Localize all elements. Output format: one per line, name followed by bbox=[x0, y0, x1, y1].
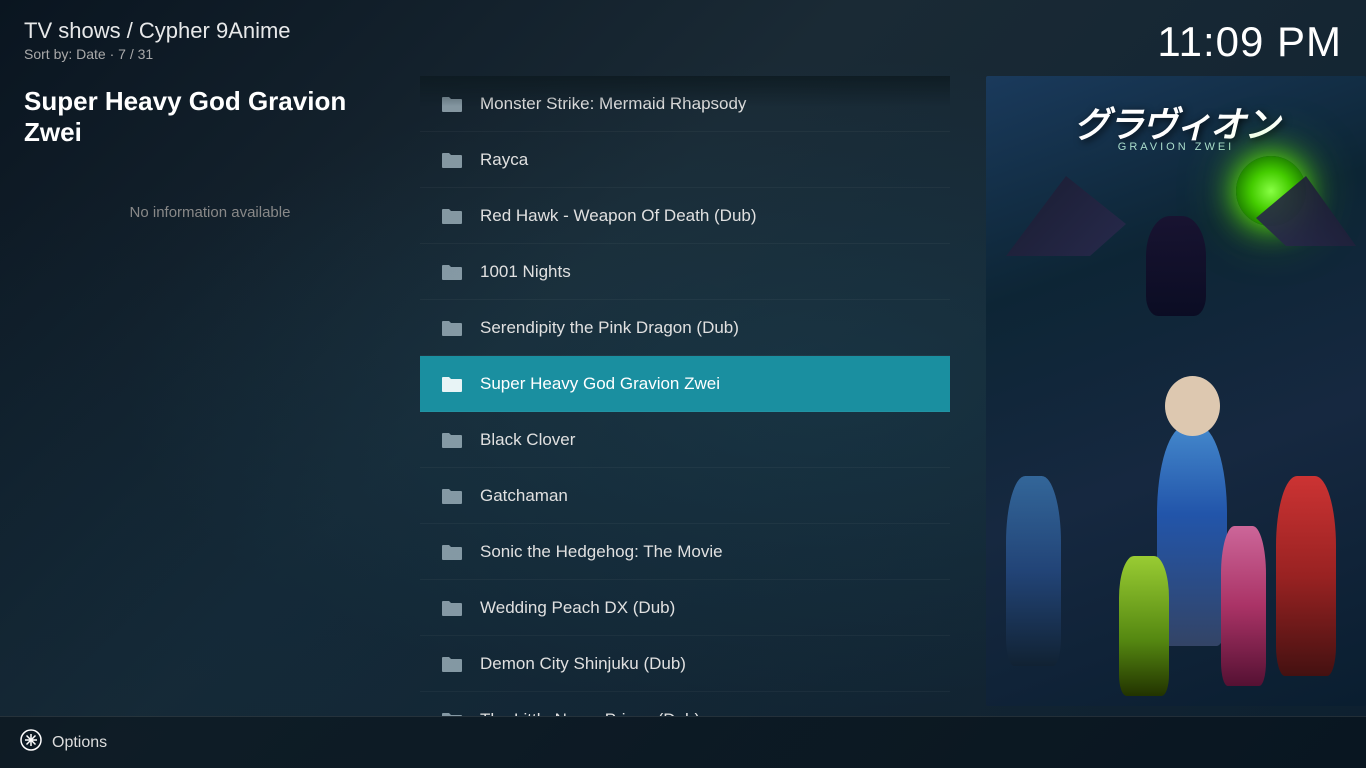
folder-icon bbox=[440, 654, 464, 674]
list-item[interactable]: Super Heavy God Gravion Zwei bbox=[420, 356, 950, 412]
folder-icon bbox=[440, 486, 464, 506]
folder-icon bbox=[440, 710, 464, 717]
anime-subtitle: GRAVION ZWEI bbox=[1118, 141, 1234, 153]
clock: 11:09 PM bbox=[1157, 18, 1342, 66]
selected-title: Super Heavy God Gravion Zwei bbox=[24, 86, 396, 148]
item-label: Sonic the Hedgehog: The Movie bbox=[480, 542, 723, 562]
artwork-container: グラヴィオン GRAVION ZWEI bbox=[986, 76, 1366, 706]
item-label: Black Clover bbox=[480, 430, 575, 450]
header-left: TV shows / Cypher 9Anime Sort by: Date ·… bbox=[24, 18, 291, 62]
list-item[interactable]: Rayca bbox=[420, 132, 950, 188]
item-label: Serendipity the Pink Dragon (Dub) bbox=[480, 318, 739, 338]
folder-icon bbox=[440, 262, 464, 282]
list-panel: Monster Strike: Mermaid Rhapsody Rayca R… bbox=[420, 76, 950, 716]
item-label: Gatchaman bbox=[480, 486, 568, 506]
item-label: Red Hawk - Weapon Of Death (Dub) bbox=[480, 206, 757, 226]
content-area: Super Heavy God Gravion Zwei No informat… bbox=[0, 76, 1366, 716]
list-item[interactable]: The Little Norse Prince (Dub) bbox=[420, 692, 950, 716]
list-item[interactable]: 1001 Nights bbox=[420, 244, 950, 300]
char-group bbox=[986, 186, 1366, 706]
folder-icon bbox=[440, 430, 464, 450]
list-item[interactable]: Monster Strike: Mermaid Rhapsody bbox=[420, 76, 950, 132]
item-label: The Little Norse Prince (Dub) bbox=[480, 710, 700, 717]
header: TV shows / Cypher 9Anime Sort by: Date ·… bbox=[0, 0, 1366, 76]
folder-icon bbox=[440, 94, 464, 114]
breadcrumb: TV shows / Cypher 9Anime bbox=[24, 18, 291, 44]
list-item[interactable]: Black Clover bbox=[420, 412, 950, 468]
list-scroll[interactable]: Monster Strike: Mermaid Rhapsody Rayca R… bbox=[420, 76, 950, 716]
item-label: Monster Strike: Mermaid Rhapsody bbox=[480, 94, 746, 114]
left-panel: Super Heavy God Gravion Zwei No informat… bbox=[0, 76, 420, 716]
list-item[interactable]: Sonic the Hedgehog: The Movie bbox=[420, 524, 950, 580]
folder-icon bbox=[440, 150, 464, 170]
right-panel: グラヴィオン GRAVION ZWEI bbox=[950, 76, 1366, 716]
folder-icon bbox=[440, 318, 464, 338]
folder-icon bbox=[440, 542, 464, 562]
char5 bbox=[1221, 526, 1266, 686]
item-label: Rayca bbox=[480, 150, 528, 170]
item-label: Wedding Peach DX (Dub) bbox=[480, 598, 675, 618]
list-item[interactable]: Red Hawk - Weapon Of Death (Dub) bbox=[420, 188, 950, 244]
folder-icon bbox=[440, 374, 464, 394]
list-item[interactable]: Demon City Shinjuku (Dub) bbox=[420, 636, 950, 692]
no-info-text: No information available bbox=[24, 204, 396, 221]
item-label: Super Heavy God Gravion Zwei bbox=[480, 374, 720, 394]
item-label: 1001 Nights bbox=[480, 262, 571, 282]
char4 bbox=[1119, 556, 1169, 696]
sort-info: Sort by: Date · 7 / 31 bbox=[24, 46, 291, 62]
folder-icon bbox=[440, 598, 464, 618]
char2 bbox=[1276, 476, 1336, 676]
options-icon bbox=[20, 729, 42, 756]
list-item[interactable]: Wedding Peach DX (Dub) bbox=[420, 580, 950, 636]
list-item[interactable]: Serendipity the Pink Dragon (Dub) bbox=[420, 300, 950, 356]
char3 bbox=[1006, 476, 1061, 666]
artwork-bg: グラヴィオン GRAVION ZWEI bbox=[986, 76, 1366, 706]
list-item[interactable]: Gatchaman bbox=[420, 468, 950, 524]
options-bar[interactable]: Options bbox=[0, 716, 1366, 768]
char1-head bbox=[1165, 376, 1220, 436]
options-label: Options bbox=[52, 734, 107, 752]
folder-icon bbox=[440, 206, 464, 226]
item-label: Demon City Shinjuku (Dub) bbox=[480, 654, 686, 674]
